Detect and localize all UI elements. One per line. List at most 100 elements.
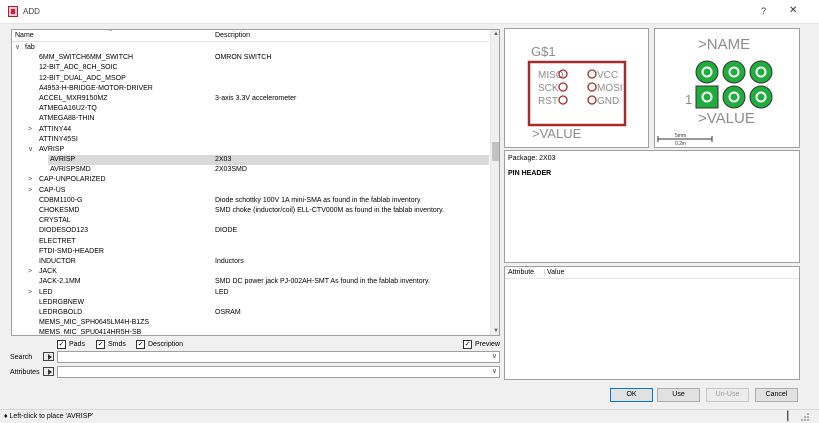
scroll-up-icon[interactable]: ▲ — [493, 31, 499, 37]
title-bar: ADD ? ✕ — [0, 0, 819, 24]
tree-row-description: OSRAM — [215, 308, 241, 316]
attributes-go-icon[interactable] — [43, 367, 54, 376]
tree-row[interactable]: ELECTRET — [12, 237, 489, 247]
expand-icon[interactable]: > — [28, 125, 36, 135]
scrollbar-thumb[interactable] — [492, 142, 499, 161]
attribute-column-header[interactable]: Attribute — [508, 269, 534, 276]
expand-icon[interactable]: > — [28, 288, 36, 298]
tree-row[interactable]: AVRISP 2X03 — [48, 155, 489, 166]
tree-row-description: SMD DC power jack PJ-002AH-SMT As found … — [215, 278, 430, 286]
package-pad-core — [703, 93, 711, 101]
symbol-pin-left: RST — [538, 96, 558, 107]
symbol-pin-left: SCK — [538, 83, 559, 94]
help-button[interactable]: ? — [761, 6, 766, 16]
tree-row[interactable]: > CAP-UNPOLARIZED — [12, 175, 489, 185]
symbol-pin-right: MOSI — [597, 83, 623, 94]
cancel-button[interactable]: Cancel — [755, 388, 798, 402]
tree-row[interactable]: 12-BIT_DUAL_ADC_MSOP — [12, 74, 489, 84]
pads-check-icon[interactable]: ✓ — [57, 340, 66, 349]
package-pad-core — [703, 68, 711, 76]
tree-row[interactable]: CDBM1100-G Diode schottky 100V 1A mini-SM… — [12, 196, 489, 206]
tree-scrollbar[interactable]: ▲ ▼ — [490, 30, 499, 335]
preview-label: Preview — [475, 341, 500, 348]
tree-row[interactable]: MEMS_MIC_SPU0414HR5H-SB — [12, 328, 489, 335]
tree-row[interactable]: FTDI-SMD-HEADER — [12, 247, 489, 257]
tree-row[interactable]: ∨ fab — [12, 43, 489, 53]
preview-check-icon[interactable]: ✓ — [463, 340, 472, 349]
tree-row-name: CAP-UNPOLARIZED — [39, 176, 106, 184]
expand-icon[interactable]: > — [28, 186, 36, 196]
unuse-button[interactable]: Un-Use — [706, 388, 749, 402]
package-line: Package: 2X03 — [508, 155, 556, 162]
tree-row[interactable]: ACCEL_MXR9150MZ 3-axis 3.3V accelerometer — [12, 94, 489, 104]
tree-row[interactable]: LEDRGBOLD OSRAM — [12, 308, 489, 318]
description-check-icon[interactable]: ✓ — [136, 340, 145, 349]
tree-row[interactable]: > JACK — [12, 267, 489, 277]
expand-icon[interactable]: > — [28, 175, 36, 185]
tree-row[interactable]: ATMEGA88-THIN — [12, 114, 489, 124]
symbol-name: G$1 — [531, 44, 556, 59]
tree-row[interactable]: 12-BIT_ADC_8CH_SOIC — [12, 63, 489, 73]
collapse-icon[interactable]: ∨ — [28, 145, 36, 155]
tree-row[interactable]: ∨ AVRISP — [12, 145, 489, 155]
tree-row-name: AVRISP — [50, 156, 76, 164]
tree-row[interactable]: ATTINY45SI — [12, 135, 489, 145]
column-description-header[interactable]: Description — [215, 32, 250, 39]
tree-row-description: 3-axis 3.3V accelerometer — [215, 94, 297, 102]
column-name-header[interactable]: Name — [15, 32, 34, 39]
tree-row[interactable]: CRYSTAL — [12, 216, 489, 226]
tree-row[interactable]: > CAP-US — [12, 186, 489, 196]
tree-row[interactable]: CHOKESMD SMD choke (inductor/coil) ELL-CT… — [12, 206, 489, 216]
tree-row-name: ATMEGA16U2-TQ — [39, 105, 97, 113]
package-pad-core — [757, 68, 765, 76]
tree-row-name: CRYSTAL — [39, 217, 71, 225]
search-input[interactable]: ∨ — [57, 351, 500, 363]
tree-row-description: 2X03 — [215, 156, 232, 164]
expand-icon[interactable]: > — [28, 267, 36, 277]
close-button[interactable]: ✕ — [789, 5, 797, 16]
use-button[interactable]: Use — [657, 388, 700, 402]
status-info-icon: ┃ — [785, 411, 791, 421]
smds-check-icon[interactable]: ✓ — [96, 340, 105, 349]
attributes-input[interactable]: ∨ — [57, 366, 500, 378]
resize-grip-icon[interactable] — [800, 411, 810, 422]
search-go-icon[interactable] — [43, 352, 54, 361]
scroll-down-icon[interactable]: ▼ — [493, 328, 499, 334]
tree-row[interactable]: > LED LED — [12, 288, 489, 298]
tree-row[interactable]: > ATTINY44 — [12, 125, 489, 135]
search-dropdown-icon[interactable]: ∨ — [492, 352, 497, 360]
tree-row[interactable]: AVRISPSMD 2X03SMD — [12, 165, 489, 175]
tree-row[interactable]: DIODESOD123 DIODE — [12, 226, 489, 236]
tree-row-name: ELECTRET — [39, 237, 76, 245]
package-preview: >NAME 1 >VALUE 5mm 0.2in — [654, 28, 800, 148]
tree-row-description: OMRON SWITCH — [215, 54, 272, 62]
window-title: ADD — [23, 7, 40, 16]
tree-row-name: ATTINY44 — [39, 125, 72, 133]
tree-row[interactable]: LEDRGBNEW — [12, 298, 489, 308]
tree-row-name: ATMEGA88-THIN — [39, 115, 95, 123]
tree-row[interactable]: JACK-2.1MM SMD DC power jack PJ-002AH-SMT… — [12, 277, 489, 287]
symbol-pin-right-dot — [587, 69, 597, 79]
symbol-pin-right-dot — [587, 95, 597, 105]
symbol-pin-right: VCC — [597, 70, 618, 81]
value-column-header[interactable]: Value — [544, 269, 564, 276]
status-text: ♦ Left-click to place 'AVRISP' — [4, 413, 94, 420]
ok-button[interactable]: OK — [610, 388, 653, 402]
tree-row-description: LED — [215, 288, 229, 296]
attributes-label: Attributes — [10, 369, 40, 376]
tree-row[interactable]: A4953-H-BRIDGE-MOTOR-DRIVER — [12, 84, 489, 94]
attribute-table[interactable]: Attribute ⌃ Value — [504, 266, 800, 380]
tree-row-name: JACK — [39, 268, 57, 276]
collapse-icon[interactable]: ∨ — [15, 43, 23, 53]
tree-row-name: JACK-2.1MM — [39, 278, 81, 286]
tree-row[interactable]: INDUCTOR Inductors — [12, 257, 489, 267]
tree-row-description: SMD choke (inductor/coil) ELL-CTV000M as… — [215, 207, 445, 214]
package-value: >VALUE — [698, 110, 755, 127]
tree-row[interactable]: ATMEGA16U2-TQ — [12, 104, 489, 114]
package-name: >NAME — [698, 36, 750, 53]
tree-row[interactable]: 6MM_SWITCH6MM_SWITCH OMRON SWITCH — [12, 53, 489, 63]
tree-row[interactable]: MEMS_MIC_SPH0645LM4H-B1ZS — [12, 318, 489, 328]
pin1-label: 1 — [685, 92, 692, 107]
library-tree[interactable]: Name ⌃ Description ∨ fab 6MM_SWITCH6MM_SWI… — [11, 29, 500, 336]
attributes-dropdown-icon[interactable]: ∨ — [492, 367, 497, 375]
